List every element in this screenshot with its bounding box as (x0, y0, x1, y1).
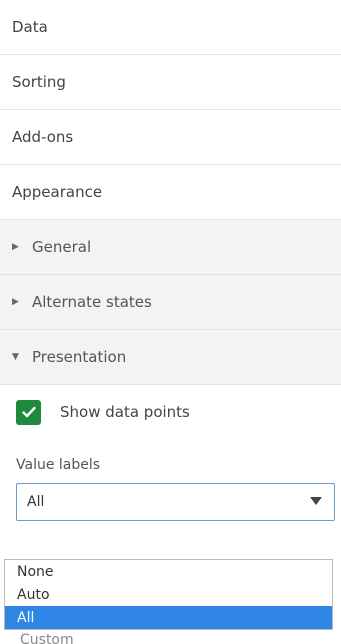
properties-panel: Data Sorting Add-ons Appearance ▶ Genera… (0, 0, 341, 644)
value-labels-label: Value labels (16, 457, 101, 473)
section-sorting[interactable]: Sorting (0, 55, 341, 110)
caret-down-icon: ▼ (12, 352, 19, 362)
show-data-points-row[interactable]: Show data points (16, 385, 329, 439)
group-presentation[interactable]: ▼ Presentation (0, 330, 341, 385)
caret-right-icon: ▶ (12, 297, 19, 307)
group-general[interactable]: ▶ General (0, 220, 341, 275)
section-add-ons-label: Add-ons (12, 128, 74, 146)
value-labels-dropdown-list: None Auto All (4, 559, 333, 630)
section-add-ons[interactable]: Add-ons (0, 110, 341, 165)
group-alternate-states[interactable]: ▶ Alternate states (0, 275, 341, 330)
option-auto[interactable]: Auto (5, 583, 332, 606)
group-general-label: General (32, 238, 92, 256)
section-appearance-label: Appearance (12, 183, 103, 201)
group-alternate-states-label: Alternate states (32, 293, 152, 311)
value-labels-selected-value: All (27, 494, 45, 510)
dropdown-arrow-icon (310, 497, 322, 505)
presentation-body: Show data points Value labels All (0, 385, 341, 521)
value-labels-select[interactable]: All (16, 483, 335, 521)
section-data[interactable]: Data (0, 0, 341, 55)
obscured-option-text: Custom (20, 632, 74, 644)
section-data-label: Data (12, 18, 48, 36)
caret-right-icon: ▶ (12, 242, 19, 252)
section-appearance[interactable]: Appearance (0, 165, 341, 220)
group-presentation-label: Presentation (32, 348, 127, 366)
section-sorting-label: Sorting (12, 73, 66, 91)
show-data-points-checkbox[interactable] (16, 399, 41, 425)
checkmark-icon (21, 406, 36, 418)
show-data-points-label: Show data points (60, 403, 190, 421)
option-none[interactable]: None (5, 560, 332, 583)
option-all[interactable]: All (5, 606, 332, 629)
